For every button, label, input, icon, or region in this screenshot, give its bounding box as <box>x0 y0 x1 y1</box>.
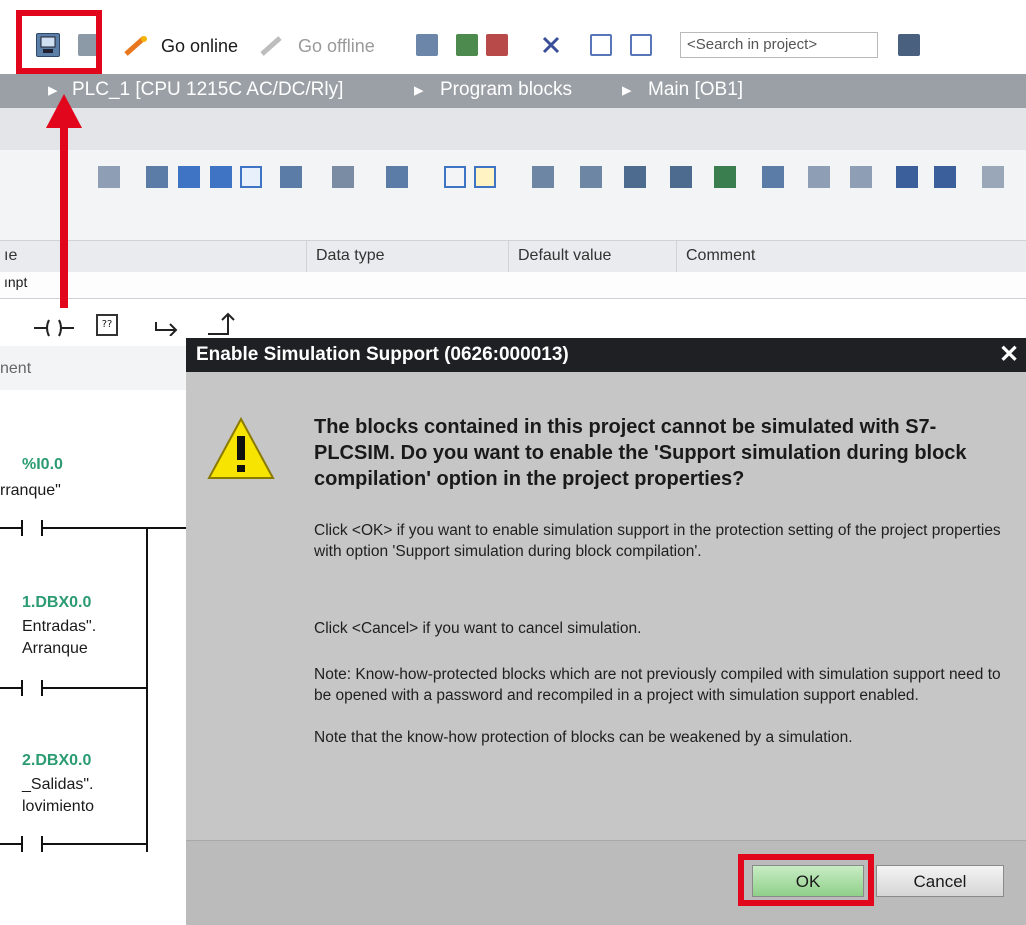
breadcrumb: ▸ PLC_1 [CPU 1215C AC/DC/Rly] ▸ Program … <box>0 74 1026 108</box>
dialog-footer: OK Cancel <box>186 840 1026 925</box>
search-project-input[interactable]: <Search in project> <box>680 32 878 58</box>
toolbar-icon[interactable] <box>670 166 692 188</box>
breadcrumb-folder[interactable]: Program blocks <box>440 79 572 101</box>
breadcrumb-sep: ▸ <box>414 80 424 101</box>
network-comment-label: nent <box>0 360 32 377</box>
dialog-title: Enable Simulation Support (0626:000013) <box>196 344 569 365</box>
cancel-button[interactable]: Cancel <box>876 865 1004 897</box>
go-offline-button[interactable]: Go offline <box>298 36 375 57</box>
start-cpu-icon[interactable] <box>456 34 478 56</box>
empty-box-icon[interactable]: ?? <box>96 314 118 336</box>
search-project-icon[interactable] <box>898 34 920 56</box>
row-partial-text: ınpt <box>4 274 28 290</box>
contact-tag: _Salidas". <box>22 776 94 793</box>
col-comment: Comment <box>686 247 756 264</box>
col-name: ıe <box>4 247 18 264</box>
annotation-box-ok-button <box>738 854 874 906</box>
block-editor-toolbar <box>0 150 1026 207</box>
contact-tag: rranque" <box>0 482 61 499</box>
toolbar-icon[interactable] <box>762 166 784 188</box>
toolbar-icon[interactable] <box>386 166 408 188</box>
breadcrumb-sep: ▸ <box>622 80 632 101</box>
dialog-note-paragraph: Note: Know-how-protected blocks which ar… <box>314 666 1001 704</box>
toolbar-icon[interactable] <box>532 166 554 188</box>
toolbar-icon[interactable] <box>146 166 168 188</box>
toolbar-icon[interactable] <box>580 166 602 188</box>
toolbar-icon[interactable] <box>444 166 466 188</box>
accessible-devices-icon[interactable] <box>416 34 438 56</box>
toolbar-icon[interactable] <box>280 166 302 188</box>
split-vertical-icon[interactable] <box>630 34 652 56</box>
warning-icon <box>206 416 276 486</box>
dialog-title-bar[interactable]: Enable Simulation Support (0626:000013) … <box>186 338 1026 372</box>
dialog-main-message: The blocks contained in this project can… <box>314 416 967 490</box>
toolbar-icon[interactable] <box>178 166 200 188</box>
coil-icon[interactable] <box>34 318 74 342</box>
dialog-note2-paragraph: Note that the know-how protection of blo… <box>314 729 853 746</box>
go-online-button[interactable]: Go online <box>161 36 238 57</box>
toolbar-icon[interactable] <box>98 166 120 188</box>
toolbar-icon[interactable] <box>332 166 354 188</box>
enable-simulation-dialog: Enable Simulation Support (0626:000013) … <box>186 338 1026 925</box>
contact-symbol[interactable] <box>0 518 186 538</box>
contact-address: 1.DBX0.0 <box>22 594 92 611</box>
toolbar-icon[interactable] <box>714 166 736 188</box>
close-branch-icon[interactable] <box>206 310 236 340</box>
contact-symbol[interactable] <box>0 678 148 698</box>
contact-tag: lovimiento <box>22 798 95 815</box>
open-branch-icon[interactable] <box>154 316 180 340</box>
comment-toggle-icon[interactable] <box>240 166 262 188</box>
split-horizontal-icon[interactable] <box>590 34 612 56</box>
go-online-icon[interactable] <box>124 34 147 56</box>
go-offline-icon[interactable] <box>260 34 282 56</box>
toolbar-icon[interactable] <box>624 166 646 188</box>
annotation-box-simulation-icon <box>16 10 102 74</box>
ladder-network: %I0.0 rranque" 1.DBX0.0 Entradas". Arran… <box>0 390 186 924</box>
contact-tag: Arranque <box>22 640 88 657</box>
interface-row[interactable]: ınpt <box>0 272 1026 299</box>
main-toolbar: Go online Go offline <Search in project> <box>0 0 1026 74</box>
contact-symbol[interactable] <box>0 834 148 854</box>
favorites-icon[interactable] <box>474 166 496 188</box>
toolbar-icon[interactable] <box>934 166 956 188</box>
interface-table-header: ıe Data type Default value Comment <box>0 240 1026 274</box>
col-default-value: Default value <box>518 247 612 264</box>
interface-strip <box>0 206 1026 240</box>
close-icon[interactable]: ✕ <box>996 341 1022 369</box>
contact-tag: Entradas". <box>22 618 97 635</box>
dialog-ok-paragraph: Click <OK> if you want to enable simulat… <box>314 522 1001 560</box>
contact-address: 2.DBX0.0 <box>22 752 92 769</box>
toolbar-icon[interactable] <box>896 166 918 188</box>
toolbar-icon[interactable] <box>982 166 1004 188</box>
stop-cpu-icon[interactable] <box>486 34 508 56</box>
annotation-arrow-icon <box>42 92 86 312</box>
breadcrumb-block[interactable]: Main [OB1] <box>648 79 743 101</box>
toolbar-icon[interactable] <box>210 166 232 188</box>
editor-title-strip <box>0 108 1026 150</box>
dialog-body: The blocks contained in this project can… <box>186 372 1026 840</box>
toolbar-icon[interactable] <box>850 166 872 188</box>
toolbar-icon[interactable] <box>808 166 830 188</box>
cross-reference-icon[interactable] <box>540 34 562 56</box>
breadcrumb-device[interactable]: PLC_1 [CPU 1215C AC/DC/Rly] <box>72 79 343 101</box>
dialog-cancel-paragraph: Click <Cancel> if you want to cancel sim… <box>314 620 642 637</box>
col-data-type: Data type <box>316 247 385 264</box>
contact-address: %I0.0 <box>22 456 63 473</box>
